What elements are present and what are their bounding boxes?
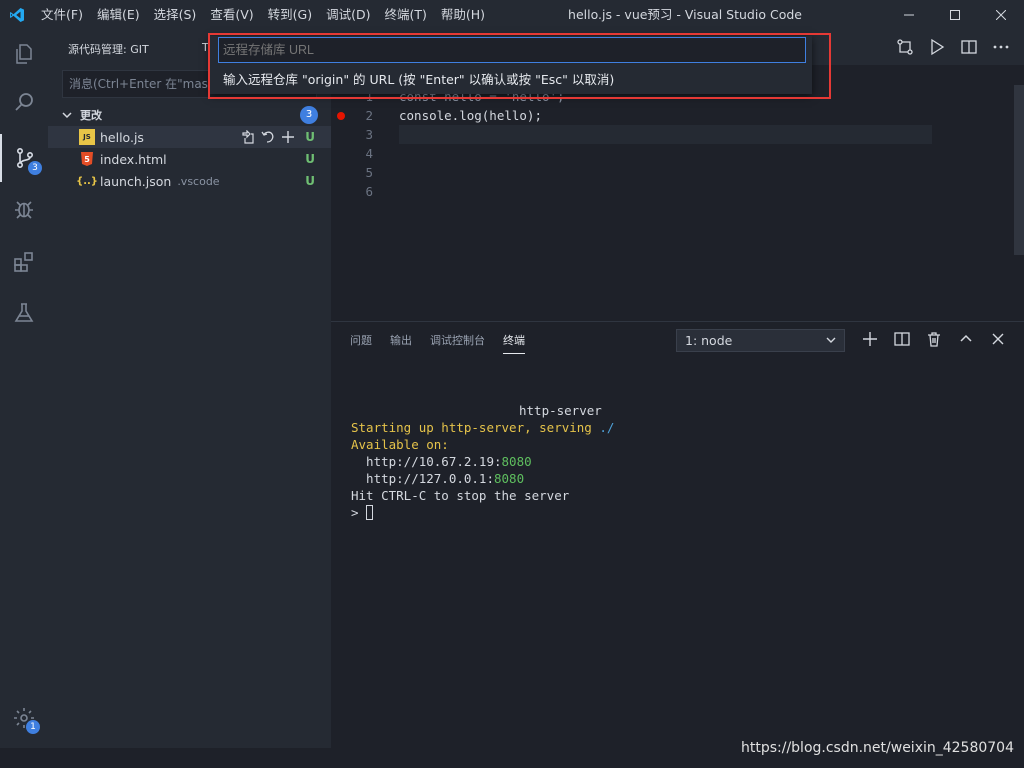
json-file-icon: {..}	[76, 175, 98, 187]
terminal-line: Available on:	[351, 437, 449, 452]
changed-file-launch-json[interactable]: {..} launch.json .vscode U	[48, 170, 331, 192]
html5-file-icon: 5	[79, 151, 95, 167]
menu-go[interactable]: 转到(G)	[261, 0, 319, 30]
chevron-down-icon	[826, 330, 836, 351]
tab-output[interactable]: 输出	[390, 332, 412, 354]
file-name: index.html	[100, 151, 167, 167]
javascript-file-icon: JS	[79, 129, 95, 145]
menu-debug[interactable]: 调试(D)	[319, 0, 377, 30]
terminal-select[interactable]: 1: node	[676, 329, 845, 352]
code-line[interactable]: 5	[331, 163, 931, 182]
new-terminal-icon[interactable]	[861, 330, 879, 348]
menu-edit[interactable]: 编辑(E)	[90, 0, 147, 30]
terminal-select-value: 1: node	[685, 333, 733, 348]
quick-input-widget: 输入远程仓库 "origin" 的 URL (按 "Enter" 以确认或按 "…	[210, 36, 812, 94]
line-number: 3	[365, 127, 373, 142]
line-number: 2	[365, 108, 373, 123]
changes-count-badge: 3	[300, 106, 318, 124]
terminal-line: Hit CTRL-C to stop the server	[351, 488, 570, 503]
terminal-prompt: >	[351, 504, 614, 521]
chevron-down-icon	[62, 110, 76, 120]
menu-file[interactable]: 文件(F)	[34, 0, 90, 30]
activity-bar: 3 1	[0, 30, 48, 748]
tab-debug-console[interactable]: 调试控制台	[430, 332, 485, 354]
menu-view[interactable]: 查看(V)	[203, 0, 260, 30]
maximize-panel-icon[interactable]	[957, 330, 975, 348]
file-directory: .vscode	[177, 174, 220, 188]
scrollbar[interactable]	[1014, 85, 1024, 255]
run-icon[interactable]	[928, 38, 946, 56]
html5-icon-text: 5	[84, 155, 90, 164]
terminal-banner: http-server	[519, 403, 602, 418]
file-name: launch.json	[100, 173, 172, 189]
code-line[interactable]: 2 console.log(hello);	[331, 106, 931, 125]
breakpoint-icon[interactable]	[337, 112, 345, 120]
minimize-button[interactable]	[886, 0, 932, 30]
terminal-line: http://10.67.2.19:8080	[351, 454, 532, 469]
maximize-button[interactable]	[932, 0, 978, 30]
settings-badge: 1	[26, 720, 40, 734]
code-line[interactable]: 3	[331, 125, 931, 144]
open-changes-icon[interactable]	[896, 38, 914, 56]
close-panel-icon[interactable]	[989, 330, 1007, 348]
file-status: U	[305, 174, 315, 188]
terminal-output[interactable]: http-server Starting up http-server, serv…	[351, 402, 614, 521]
scm-title: 源代码管理: GIT	[68, 43, 149, 56]
bottom-panel: 问题 输出 调试控制台 终端 1: node http-server Starti…	[331, 321, 1024, 748]
split-editor-icon[interactable]	[960, 38, 978, 56]
changes-section-header[interactable]: 更改 3	[48, 104, 331, 126]
tab-terminal[interactable]: 终端	[503, 332, 525, 354]
scm-sidebar: 源代码管理: GIT T 消息(Ctrl+Enter 在"mast 更改 3 J…	[48, 30, 331, 748]
quick-input-message: 输入远程仓库 "origin" 的 URL (按 "Enter" 以确认或按 "…	[223, 72, 615, 87]
title-bar: 文件(F) 编辑(E) 选择(S) 查看(V) 转到(G) 调试(D) 终端(T…	[0, 0, 1024, 30]
line-number: 6	[365, 184, 373, 199]
menu-bar: 文件(F) 编辑(E) 选择(S) 查看(V) 转到(G) 调试(D) 终端(T…	[34, 0, 492, 30]
split-terminal-icon[interactable]	[893, 330, 911, 348]
changed-file-hello-js[interactable]: JS hello.js U	[48, 126, 331, 148]
watermark-text: https://blog.csdn.net/weixin_42580704	[740, 740, 1014, 756]
line-number: 4	[365, 146, 373, 161]
tab-problems[interactable]: 问题	[350, 332, 372, 354]
explorer-icon[interactable]	[0, 30, 48, 78]
extensions-icon[interactable]	[0, 238, 48, 286]
debug-icon[interactable]	[0, 185, 48, 233]
code-text: console.log(hello);	[399, 108, 542, 123]
code-line[interactable]: 6	[331, 182, 931, 201]
more-actions-icon[interactable]	[992, 38, 1010, 56]
stage-changes-icon[interactable]	[281, 130, 295, 144]
close-window-button[interactable]	[978, 0, 1024, 30]
code-line[interactable]: 4	[331, 144, 931, 163]
menu-terminal[interactable]: 终端(T)	[377, 0, 433, 30]
menu-selection[interactable]: 选择(S)	[147, 0, 204, 30]
discard-changes-icon[interactable]	[261, 130, 275, 144]
terminal-line: Starting up http-server, serving ./	[351, 420, 615, 435]
window-title: hello.js - vue预习 - Visual Studio Code	[568, 7, 802, 22]
file-status: U	[305, 130, 315, 144]
search-icon[interactable]	[0, 78, 48, 126]
source-control-icon[interactable]: 3	[0, 134, 48, 182]
terminal-line: http://127.0.0.1:8080	[351, 471, 525, 486]
terminal-cursor	[366, 505, 374, 520]
test-flask-icon[interactable]	[0, 289, 48, 337]
file-status: U	[305, 152, 315, 166]
scm-title-secondary: T	[202, 41, 209, 54]
changes-label: 更改	[80, 109, 102, 122]
changed-file-index-html[interactable]: 5 index.html U	[48, 148, 331, 170]
trash-icon[interactable]	[925, 330, 943, 348]
remote-url-input[interactable]	[218, 37, 806, 63]
scm-badge: 3	[28, 161, 42, 175]
vscode-logo-icon	[0, 0, 34, 30]
line-number: 5	[365, 165, 373, 180]
file-name: hello.js	[100, 129, 144, 145]
menu-help[interactable]: 帮助(H)	[434, 0, 492, 30]
open-file-icon[interactable]	[241, 130, 255, 144]
settings-gear-icon[interactable]: 1	[0, 694, 48, 742]
